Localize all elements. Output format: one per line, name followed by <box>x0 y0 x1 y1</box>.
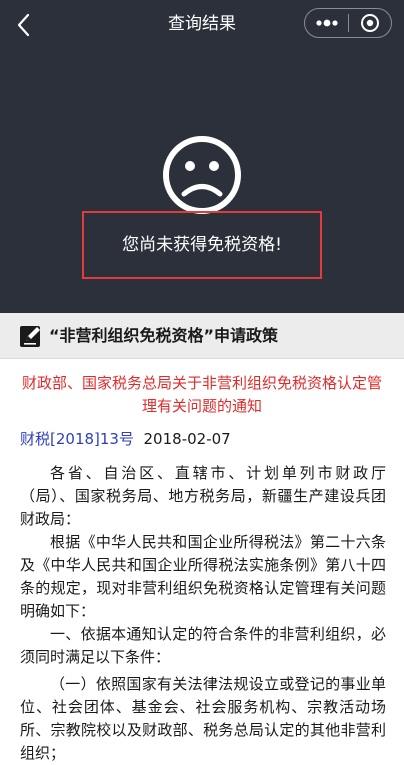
document-paragraph: 各省、自治区、直辖市、计划单列市财政厅（局）、国家税务局、地方税务局，新疆生产建… <box>20 464 386 528</box>
more-dots-icon <box>315 19 338 27</box>
more-button[interactable] <box>305 8 348 38</box>
document-paragraph: 根据《中华人民共和国企业所得税法》第二十六条及《中华人民共和国企业所得税法实施条… <box>20 533 386 620</box>
document-meta: 财税[2018]13号 2018-02-07 <box>20 428 231 450</box>
result-header: 查询结果 您尚未获得免税资格! <box>0 0 404 313</box>
meta-spacer <box>134 430 144 448</box>
sad-face-icon <box>163 136 241 214</box>
document-paragraph: 一、依据本通知认定的符合条件的非营利组织，必须同时满足以下条件： <box>20 625 386 666</box>
document-title: 财政部、国家税务总局关于非营利组织免税资格认定管理有关问题的通知 <box>21 374 382 415</box>
mini-program-capsule <box>304 8 392 38</box>
document-date: 2018-02-07 <box>143 430 231 448</box>
result-highlight-box: 您尚未获得免税资格! <box>82 211 322 279</box>
document-number-link[interactable]: 财税[2018]13号 <box>20 430 134 448</box>
policy-section-header: “非营利组织免税资格”申请政策 <box>0 313 404 359</box>
result-message: 您尚未获得免税资格! <box>122 235 282 255</box>
policy-section-title: “非营利组织免税资格”申请政策 <box>49 326 279 345</box>
close-button[interactable] <box>349 8 391 38</box>
target-circle-icon <box>360 14 379 32</box>
document-paragraph: （一）依照国家有关法律法规设立或登记的事业单位、社会团体、基金会、社会服务机构、… <box>20 675 386 762</box>
edit-note-icon <box>20 326 40 347</box>
